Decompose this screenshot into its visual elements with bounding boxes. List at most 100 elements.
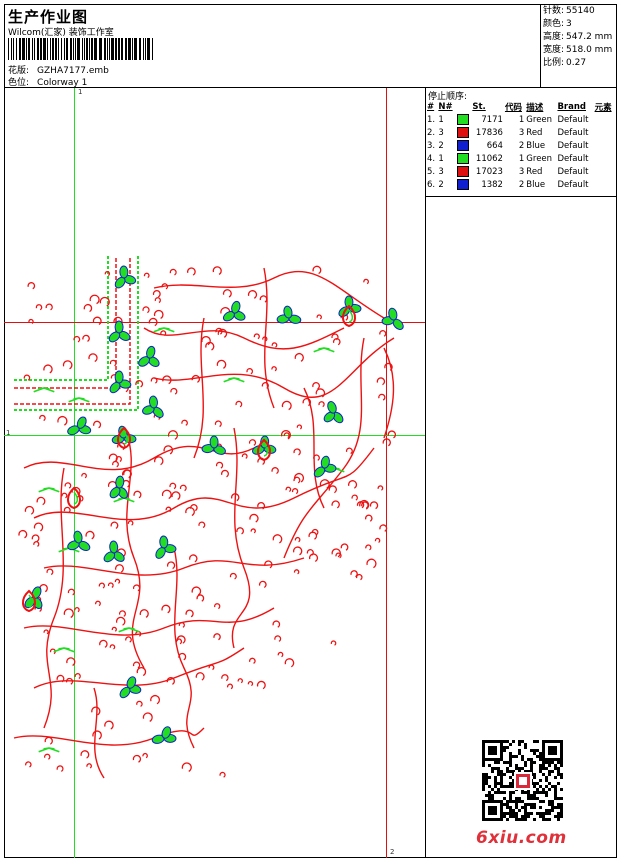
needle-number: 3 — [438, 127, 444, 138]
col-header: 描述 — [526, 103, 544, 113]
color-swatch — [456, 178, 472, 191]
thread-brand: Default — [557, 153, 589, 164]
thread-brand: Default — [557, 127, 589, 138]
row-number: 4. — [427, 153, 436, 164]
stop-sequence-table: # N# St. 代码 描述 Brand 元素 1. 1 7171 1 Green Def… — [426, 101, 615, 191]
col-header-swatch — [456, 101, 472, 113]
stat-scale: 比例: 0.27 — [543, 57, 617, 70]
needle-number: 1 — [438, 114, 444, 125]
needle-number: 1 — [438, 153, 444, 164]
table-row: 3. 2 664 2 Blue Default — [426, 139, 615, 152]
needle-number: 2 — [438, 140, 444, 151]
stat-label: 比例: — [543, 58, 565, 68]
color-swatch-box — [456, 166, 469, 177]
stat-width: 宽度: 518.0 mm — [543, 44, 617, 57]
color-swatch-box — [456, 114, 469, 125]
row-number: 2. — [427, 127, 436, 138]
barcode — [8, 38, 153, 60]
table-row: 1. 1 7171 1 Green Default — [426, 113, 615, 126]
table-header-row: # N# St. 代码 描述 Brand 元素 — [426, 101, 615, 113]
element-cell — [594, 113, 615, 126]
element-cell — [594, 152, 615, 165]
col-header: # — [427, 102, 435, 112]
stop-sequence-panel: 停止顺序: # N# St. 代码 描述 Brand 元素 1. 1 7171 1 Gr… — [426, 88, 617, 191]
subtitle: Wilcom(汇家) 装饰工作室 — [8, 28, 114, 38]
stat-colors: 颜色: 3 — [543, 18, 617, 31]
panel-divider — [426, 196, 617, 197]
stat-label: 针数: — [543, 6, 565, 16]
element-cell — [594, 139, 615, 152]
color-swatch-box — [456, 140, 469, 151]
thread-brand: Default — [557, 140, 589, 151]
color-description: Green — [526, 114, 553, 125]
stats-panel: 针数: 55140 颜色: 3 高度: 547.2 mm 宽度: 518.0 mm 比例… — [540, 4, 617, 88]
col-header: 代码 — [504, 103, 522, 113]
needle-number: 3 — [438, 166, 444, 177]
stat-value: 518.0 mm — [566, 45, 613, 55]
element-cell — [594, 126, 615, 139]
row-number: 3. — [427, 140, 436, 151]
color-code: 3 — [518, 127, 525, 138]
embroidery-design — [12, 256, 404, 779]
color-swatch-box — [456, 153, 469, 164]
colorway-label: 色位: — [8, 78, 30, 88]
element-cell — [594, 178, 615, 191]
thread-brand: Default — [557, 114, 589, 125]
element-cell — [594, 165, 615, 178]
table-row: 4. 1 11062 1 Green Default — [426, 152, 615, 165]
stop-sequence-title: 停止顺序: — [428, 92, 468, 102]
color-code: 2 — [518, 179, 525, 190]
stat-label: 宽度: — [543, 45, 565, 55]
row-number: 6. — [427, 179, 436, 190]
table-row: 5. 3 17023 3 Red Default — [426, 165, 615, 178]
design-canvas: 1 1 2 — [4, 88, 426, 858]
header: 生产作业图 Wilcom(汇家) 装饰工作室 花版: GZHA7177.emb 色… — [4, 4, 617, 88]
page-title: 生产作业图 — [8, 8, 89, 26]
color-swatch — [456, 139, 472, 152]
stat-value: 0.27 — [566, 58, 587, 68]
stitch-count: 664 — [486, 140, 503, 151]
col-header: Brand — [557, 102, 586, 112]
color-description: Red — [526, 127, 543, 138]
stat-value: 547.2 mm — [566, 32, 613, 42]
stitch-count: 17836 — [475, 127, 503, 138]
stitch-count: 7171 — [481, 114, 503, 125]
thread-brand: Default — [557, 166, 589, 177]
color-code: 3 — [518, 166, 525, 177]
color-swatch — [456, 113, 472, 126]
row-number: 5. — [427, 166, 436, 177]
stitch-count: 17023 — [475, 166, 503, 177]
table-row: 2. 3 17836 3 Red Default — [426, 126, 615, 139]
color-swatch — [456, 152, 472, 165]
table-row: 6. 2 1382 2 Blue Default — [426, 178, 615, 191]
color-code: 1 — [518, 114, 525, 125]
col-header: St. — [472, 102, 486, 112]
thread-brand: Default — [557, 179, 589, 190]
color-description: Green — [526, 153, 553, 164]
col-header: 元素 — [594, 103, 612, 113]
color-code: 1 — [518, 153, 525, 164]
qr-code — [480, 738, 566, 824]
color-swatch — [456, 165, 472, 178]
color-description: Blue — [526, 179, 546, 190]
colorway-line: 色位: Colorway 1 — [8, 75, 87, 88]
stat-height: 高度: 547.2 mm — [543, 31, 617, 44]
stat-value: 55140 — [566, 6, 595, 16]
stat-label: 高度: — [543, 32, 565, 42]
stitch-count: 1382 — [481, 179, 503, 190]
stat-label: 颜色: — [543, 19, 565, 29]
stat-stitches: 针数: 55140 — [543, 5, 617, 18]
color-swatch-box — [456, 127, 469, 138]
stitch-count: 11062 — [475, 153, 503, 164]
needle-number: 2 — [438, 179, 444, 190]
color-swatch-box — [456, 179, 469, 190]
color-code: 2 — [518, 140, 525, 151]
stat-value: 3 — [566, 19, 572, 29]
color-description: Blue — [526, 140, 546, 151]
row-number: 1. — [427, 114, 436, 125]
color-swatch — [456, 126, 472, 139]
watermark-logo: 6xiu.com — [476, 828, 567, 848]
color-description: Red — [526, 166, 543, 177]
col-header: N# — [438, 102, 453, 112]
colorway-value: Colorway 1 — [37, 78, 88, 88]
